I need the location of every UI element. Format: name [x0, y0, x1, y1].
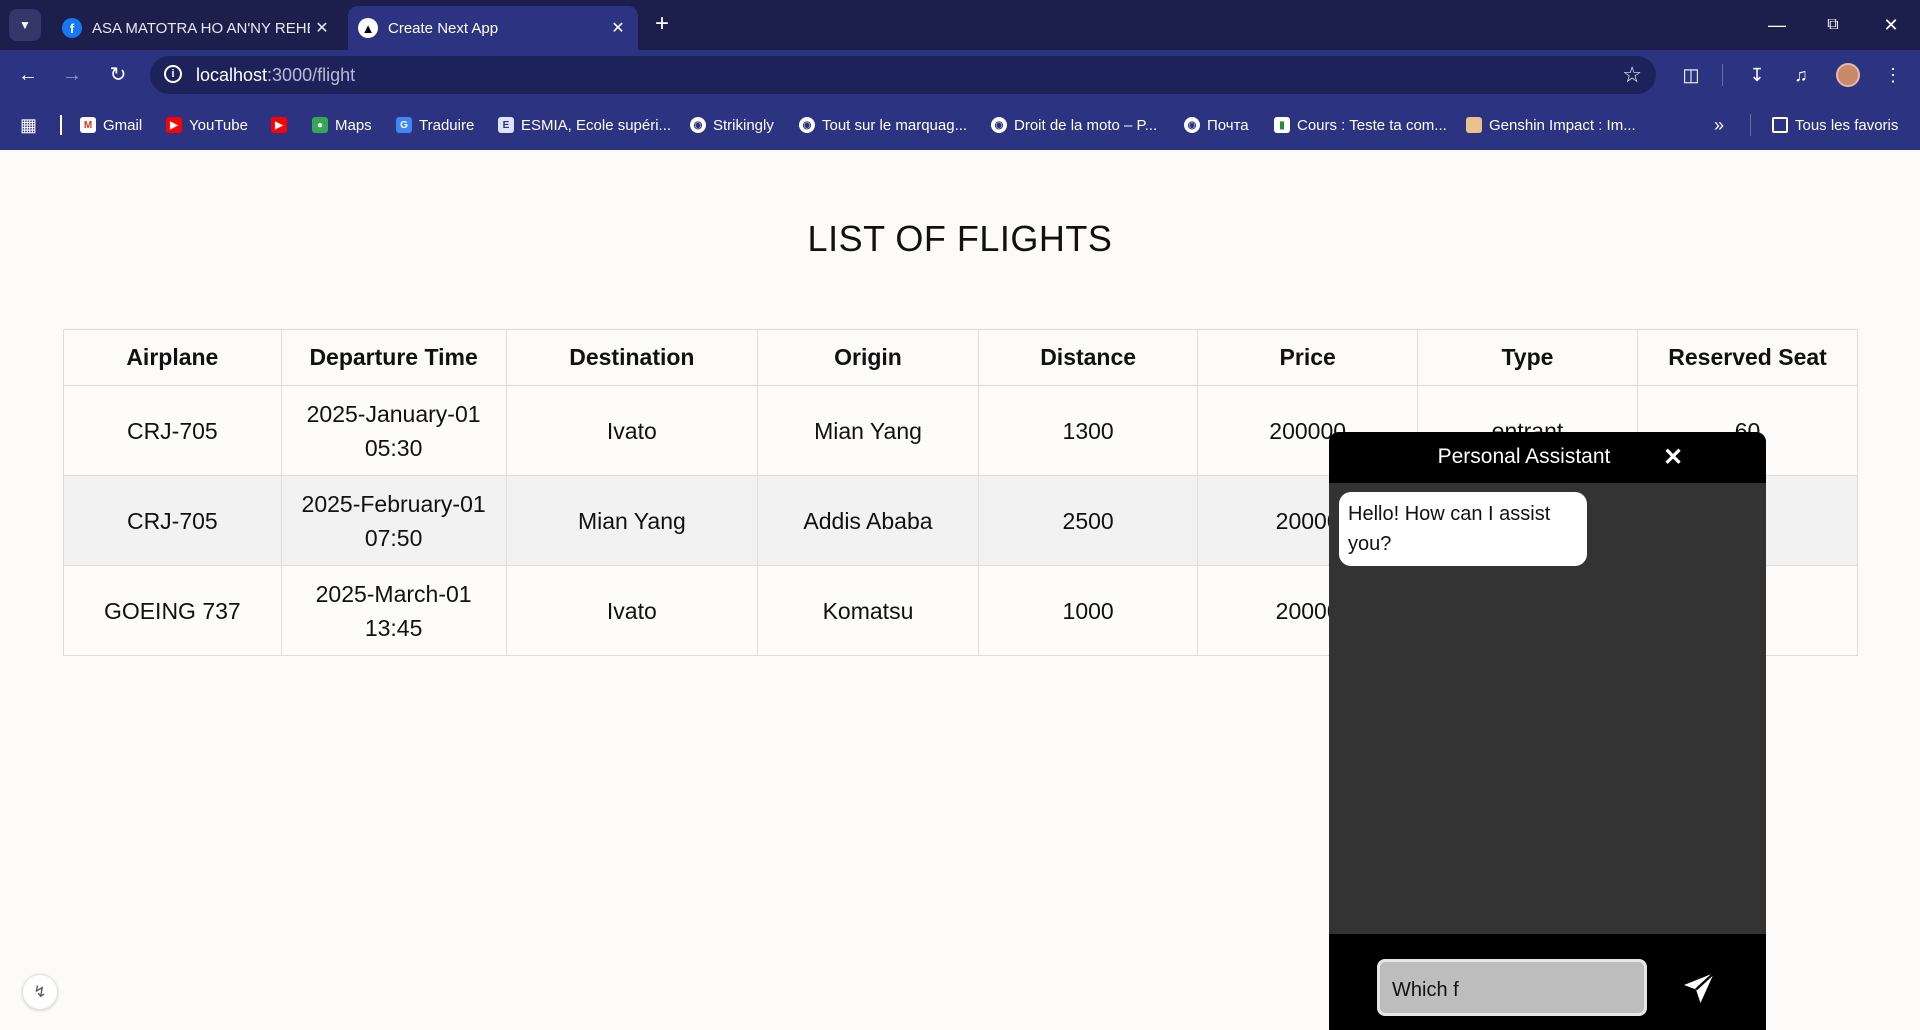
- minimize-icon[interactable]: —: [1762, 10, 1792, 40]
- download-icon[interactable]: ↧: [1744, 62, 1770, 88]
- close-tab-icon[interactable]: ✕: [310, 18, 334, 38]
- toolbar-divider: [1722, 64, 1723, 86]
- cell-airplane: CRJ-705: [63, 475, 282, 566]
- page-title: LIST OF FLIGHTS: [807, 218, 1113, 259]
- facebook-icon: f: [62, 18, 82, 38]
- address-bar[interactable]: i localhost:3000/flight ☆: [150, 56, 1656, 94]
- bookmark-maps[interactable]: ● Maps: [312, 114, 372, 136]
- apps-grid-icon[interactable]: ▦: [20, 114, 37, 136]
- cell-departure-time: 2025-January-01 05:30: [280, 385, 507, 476]
- cell-airplane: GOEING 737: [63, 565, 282, 656]
- globe-icon: ◉: [690, 117, 706, 133]
- table-header-row: Airplane Departure Time Destination Orig…: [63, 329, 1858, 386]
- profile-avatar[interactable]: [1836, 63, 1860, 87]
- cell-origin: Mian Yang: [757, 385, 979, 476]
- column-header-distance: Distance: [977, 329, 1199, 386]
- bot-message: Hello! How can I assist you?: [1339, 492, 1587, 566]
- tab-create-next-app[interactable]: ▲ Create Next App ✕: [348, 6, 638, 50]
- message-input[interactable]: Which f: [1377, 959, 1647, 1016]
- column-header-airplane: Airplane: [63, 329, 282, 386]
- translate-icon: G: [396, 117, 412, 133]
- url-text: localhost:3000/flight: [196, 65, 356, 85]
- cell-departure-time: 2025-February-01 07:50: [280, 475, 507, 566]
- bookmarks-apps-divider: [60, 115, 62, 135]
- assistant-footer: Which f: [1329, 934, 1766, 1030]
- window-close-icon[interactable]: ✕: [1876, 10, 1906, 40]
- browser-toolbar: ← → ↻ i localhost:3000/flight ☆ ◫ ↧ ♫ ⋮: [0, 50, 1920, 100]
- cell-origin: Addis Ababa: [757, 475, 979, 566]
- cell-distance: 2500: [977, 475, 1199, 566]
- tab-facebook[interactable]: f ASA MATOTRA HO AN'NY REHETRA ✕: [52, 6, 342, 50]
- bookmark-esmia[interactable]: E ESMIA, Ecole supéri...: [498, 114, 671, 136]
- folder-icon: [1772, 117, 1788, 133]
- maps-icon: ●: [312, 117, 328, 133]
- column-header-destination: Destination: [505, 329, 759, 386]
- assistant-panel: Personal Assistant ✕ Hello! How can I as…: [1329, 432, 1766, 1030]
- cell-distance: 1000: [977, 565, 1199, 656]
- cell-departure-time: 2025-March-01 13:45: [280, 565, 507, 656]
- bookmark-traduire[interactable]: G Traduire: [396, 114, 474, 136]
- genshin-icon: [1466, 117, 1482, 133]
- globe-icon: ◉: [1184, 117, 1200, 133]
- assistant-header: Personal Assistant ✕: [1329, 432, 1766, 483]
- bookmark-youtube[interactable]: ▶ YouTube: [166, 114, 248, 136]
- reload-icon[interactable]: ↻: [104, 61, 132, 89]
- nextjs-icon: ▲: [358, 18, 378, 38]
- forward-icon[interactable]: →: [58, 61, 86, 89]
- bookmark-youtube-2[interactable]: ▶: [271, 114, 294, 136]
- cell-distance: 1300: [977, 385, 1199, 476]
- more-bookmarks-icon[interactable]: »: [1714, 114, 1724, 136]
- column-header-type: Type: [1416, 329, 1639, 386]
- send-icon[interactable]: [1681, 970, 1717, 1006]
- nextjs-dev-indicator-icon[interactable]: ↯: [22, 974, 58, 1010]
- bookmark-star-icon[interactable]: ☆: [1622, 62, 1642, 88]
- youtube-icon: ▶: [166, 117, 182, 133]
- column-header-origin: Origin: [757, 329, 979, 386]
- globe-icon: ◉: [799, 117, 815, 133]
- new-tab-button[interactable]: +: [650, 10, 674, 40]
- bookmark-marquage[interactable]: ◉ Tout sur le marquag...: [799, 114, 967, 136]
- bookmarks-bar: ▦ M Gmail ▶ YouTube ▶ ● Maps G Traduire …: [0, 100, 1920, 150]
- media-control-icon[interactable]: ♫: [1788, 62, 1814, 88]
- column-header-price: Price: [1197, 329, 1418, 386]
- back-icon[interactable]: ←: [14, 61, 42, 89]
- tab-search-button[interactable]: ▼: [9, 9, 41, 41]
- menu-kebab-icon[interactable]: ⋮: [1880, 62, 1906, 88]
- gmail-icon: M: [80, 117, 96, 133]
- youtube-icon: ▶: [271, 117, 287, 133]
- tab-strip: ▼ f ASA MATOTRA HO AN'NY REHETRA ✕ ▲ Cre…: [0, 0, 1920, 50]
- close-icon[interactable]: ✕: [1655, 440, 1691, 476]
- close-tab-icon[interactable]: ✕: [606, 18, 630, 38]
- restore-icon[interactable]: ⧉: [1818, 10, 1848, 40]
- bookmark-strikingly[interactable]: ◉ Strikingly: [690, 114, 774, 136]
- esmia-icon: E: [498, 117, 514, 133]
- all-bookmarks[interactable]: Tous les favoris: [1772, 114, 1898, 136]
- bookmark-cours[interactable]: ▮ Cours : Teste ta com...: [1274, 114, 1447, 136]
- column-header-departure-time: Departure Time: [280, 329, 507, 386]
- chevron-down-icon: ▼: [19, 18, 31, 32]
- tab-title: ASA MATOTRA HO AN'NY REHETRA: [92, 19, 310, 37]
- column-header-reserved-seat: Reserved Seat: [1637, 329, 1858, 386]
- cell-destination: Ivato: [505, 565, 759, 656]
- cell-destination: Ivato: [505, 385, 759, 476]
- globe-icon: ◉: [991, 117, 1007, 133]
- tab-title: Create Next App: [388, 19, 499, 37]
- cell-destination: Mian Yang: [505, 475, 759, 566]
- extensions-icon[interactable]: ◫: [1678, 62, 1704, 88]
- chart-icon: ▮: [1274, 117, 1290, 133]
- bookmark-droit-moto[interactable]: ◉ Droit de la moto – P...: [991, 114, 1157, 136]
- cell-airplane: CRJ-705: [63, 385, 282, 476]
- bookmarks-divider: [1750, 114, 1751, 136]
- bookmark-genshin[interactable]: Genshin Impact : Im...: [1466, 114, 1636, 136]
- site-info-icon[interactable]: i: [164, 65, 182, 83]
- bookmark-gmail[interactable]: M Gmail: [80, 114, 142, 136]
- cell-origin: Komatsu: [757, 565, 979, 656]
- bookmark-pochta[interactable]: ◉ Почта: [1184, 114, 1249, 136]
